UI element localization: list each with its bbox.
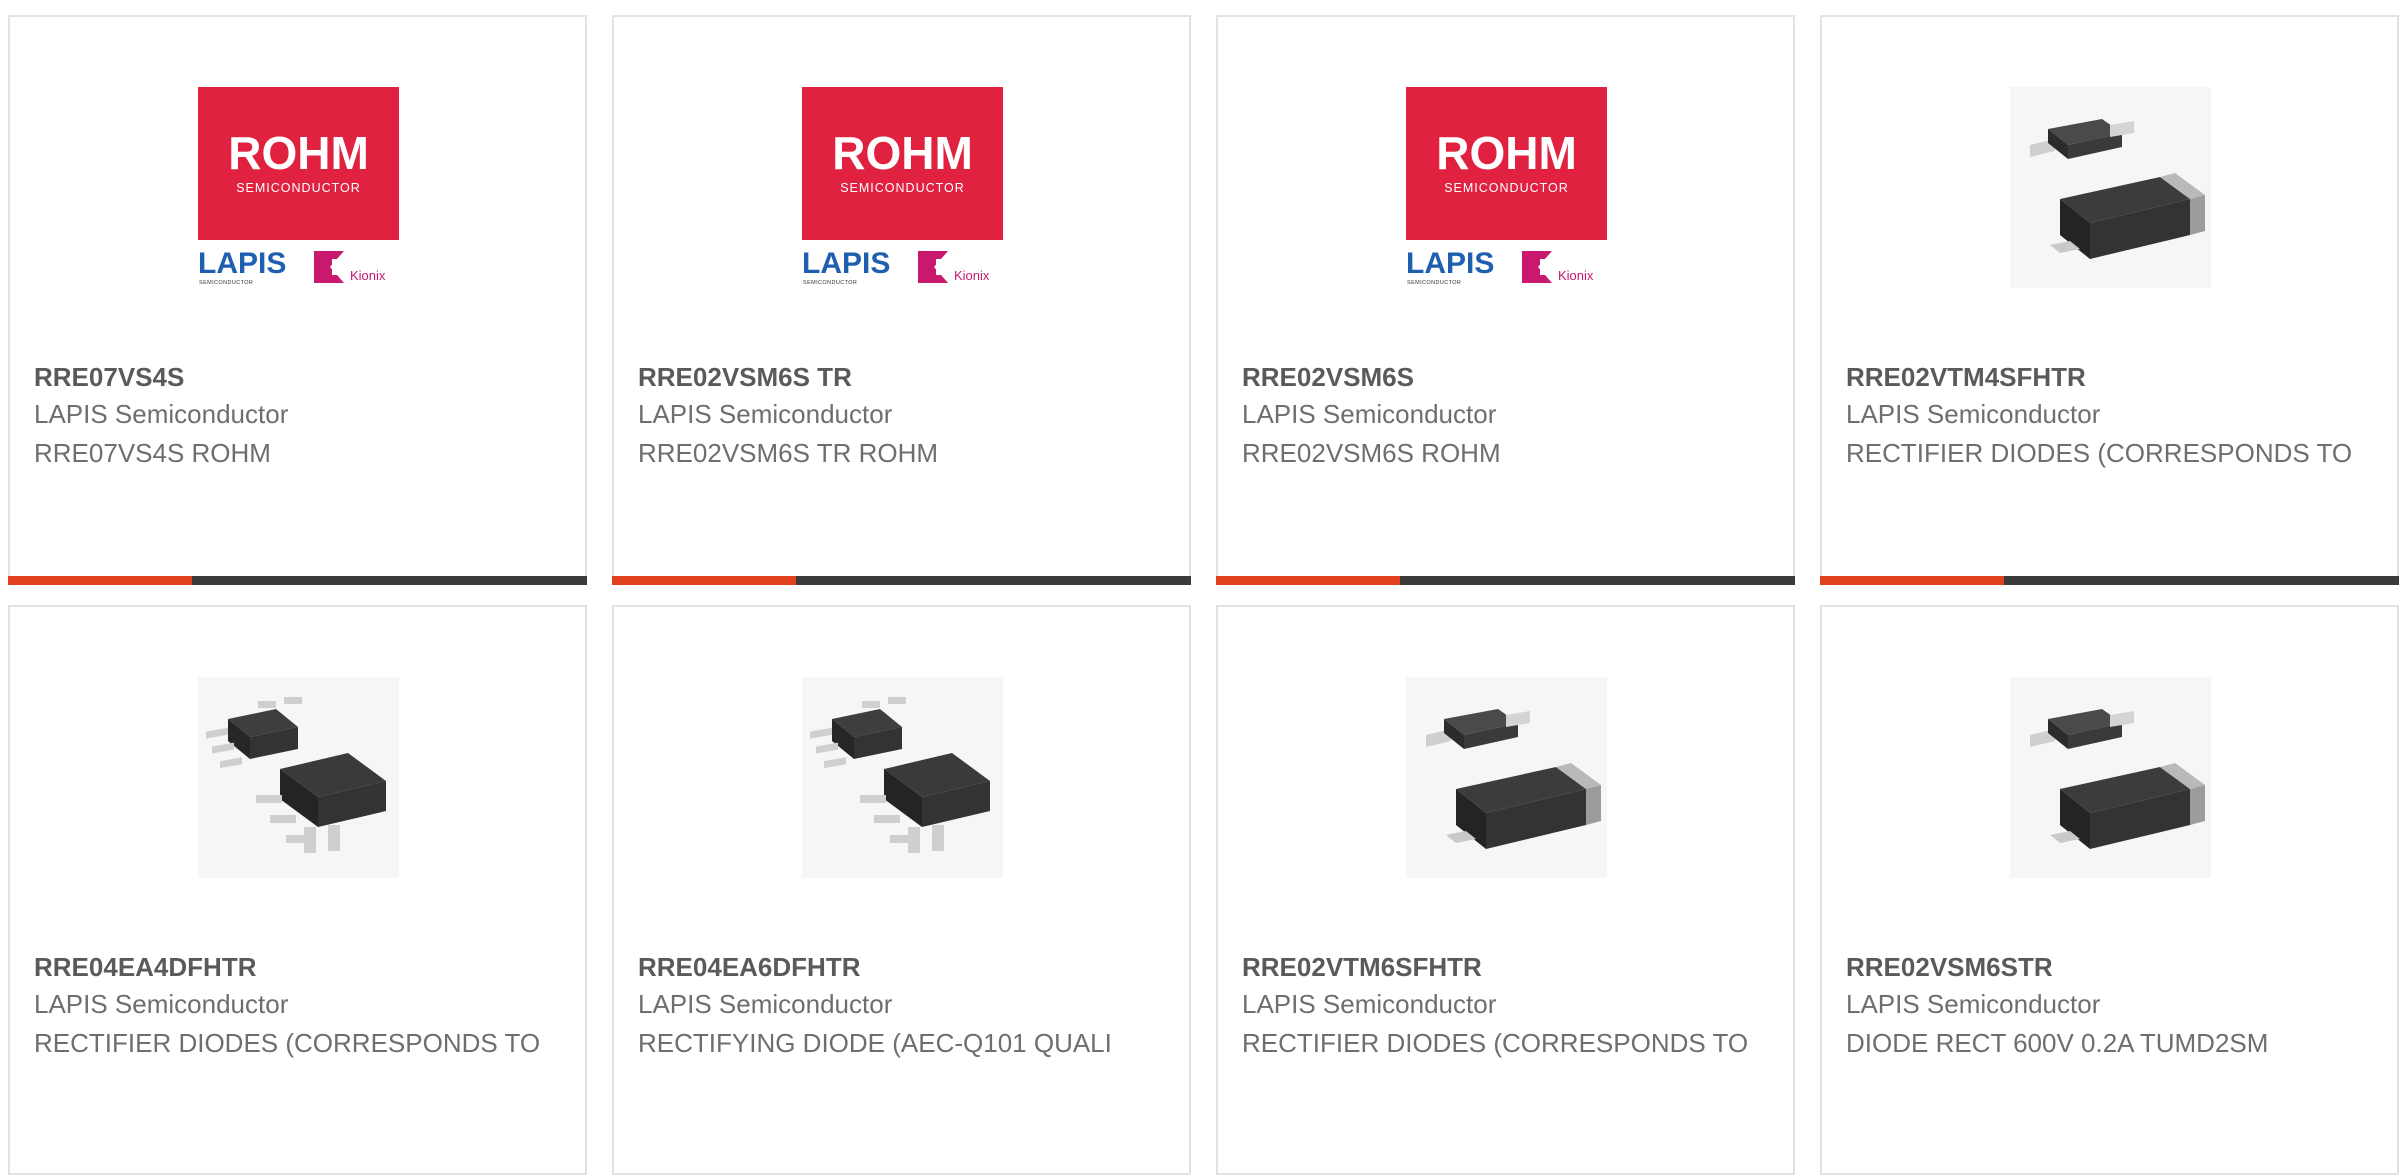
rohm-lapis-kionix-logo: ROHM SEMICONDUCTOR LAPIS SEMICONDUCTOR K… — [198, 87, 399, 288]
svg-text:Kionix: Kionix — [1558, 268, 1594, 283]
svg-text:Kionix: Kionix — [350, 268, 386, 283]
product-card[interactable]: ROHM SEMICONDUCTOR LAPIS SEMICONDUCTOR K… — [1216, 15, 1795, 585]
svg-text:Kionix: Kionix — [954, 268, 990, 283]
svg-text:SEMICONDUCTOR: SEMICONDUCTOR — [199, 280, 253, 286]
five-lead-sot-package-icon — [198, 677, 399, 878]
product-card[interactable]: RRE04EA6DFHTR LAPIS Semiconductor RECTIF… — [612, 605, 1191, 1175]
two-lead-diode-package-icon — [2010, 677, 2211, 878]
product-manufacturer: LAPIS Semiconductor — [638, 399, 893, 429]
product-manufacturer: LAPIS Semiconductor — [1242, 399, 1497, 429]
card-progress-bar — [612, 576, 1191, 585]
product-description: RECTIFIER DIODES (CORRESPONDS TO — [34, 1028, 541, 1058]
card-accent-bar — [1216, 576, 1400, 585]
svg-text:SEMICONDUCTOR: SEMICONDUCTOR — [1444, 181, 1569, 195]
card-progress-bar — [1820, 576, 2399, 585]
svg-text:ROHM: ROHM — [228, 127, 369, 179]
product-description: RECTIFIER DIODES (CORRESPONDS TO — [1846, 438, 2353, 468]
two-lead-diode-package-icon — [1406, 677, 1607, 878]
product-card[interactable]: ROHM SEMICONDUCTOR LAPIS SEMICONDUCTOR K… — [8, 15, 587, 585]
svg-text:SEMICONDUCTOR: SEMICONDUCTOR — [1407, 280, 1461, 286]
product-description: RRE02VSM6S ROHM — [1242, 438, 1501, 468]
product-grid: ROHM SEMICONDUCTOR LAPIS SEMICONDUCTOR K… — [8, 15, 2399, 1175]
product-part-number[interactable]: RRE02VSM6S — [1242, 362, 1772, 393]
svg-text:LAPIS: LAPIS — [1406, 247, 1494, 280]
product-part-number[interactable]: RRE07VS4S — [34, 362, 564, 393]
product-part-number[interactable]: RRE02VTM4SFHTR — [1846, 362, 2376, 393]
svg-text:LAPIS: LAPIS — [198, 247, 286, 280]
product-part-number[interactable]: RRE02VSM6S TR — [638, 362, 1168, 393]
product-card[interactable]: RRE02VTM4SFHTR LAPIS Semiconductor RECTI… — [1820, 15, 2399, 585]
product-part-number[interactable]: RRE04EA4DFHTR — [34, 952, 564, 983]
product-part-number[interactable]: RRE02VSM6STR — [1846, 952, 2376, 983]
two-lead-diode-package-icon — [2010, 87, 2211, 288]
svg-text:ROHM: ROHM — [1436, 127, 1577, 179]
svg-text:LAPIS: LAPIS — [802, 247, 890, 280]
product-description: RRE07VS4S ROHM — [34, 438, 271, 468]
product-card[interactable]: RRE02VSM6STR LAPIS Semiconductor DIODE R… — [1820, 605, 2399, 1175]
rohm-lapis-kionix-logo: ROHM SEMICONDUCTOR LAPIS SEMICONDUCTOR K… — [1406, 87, 1607, 288]
product-manufacturer: LAPIS Semiconductor — [638, 989, 893, 1019]
svg-text:SEMICONDUCTOR: SEMICONDUCTOR — [840, 181, 965, 195]
card-progress-bar — [1216, 576, 1795, 585]
card-accent-bar — [8, 576, 192, 585]
product-manufacturer: LAPIS Semiconductor — [34, 399, 289, 429]
card-accent-bar — [612, 576, 796, 585]
rohm-lapis-kionix-logo: ROHM SEMICONDUCTOR LAPIS SEMICONDUCTOR K… — [802, 87, 1003, 288]
svg-text:SEMICONDUCTOR: SEMICONDUCTOR — [236, 181, 361, 195]
product-part-number[interactable]: RRE02VTM6SFHTR — [1242, 952, 1772, 983]
card-accent-bar — [1820, 576, 2004, 585]
product-part-number[interactable]: RRE04EA6DFHTR — [638, 952, 1168, 983]
product-description: RECTIFYING DIODE (AEC-Q101 QUALI — [638, 1028, 1112, 1058]
product-card[interactable]: ROHM SEMICONDUCTOR LAPIS SEMICONDUCTOR K… — [612, 15, 1191, 585]
card-progress-bar — [8, 576, 587, 585]
product-card[interactable]: RRE02VTM6SFHTR LAPIS Semiconductor RECTI… — [1216, 605, 1795, 1175]
product-manufacturer: LAPIS Semiconductor — [1846, 989, 2101, 1019]
five-lead-sot-package-icon — [802, 677, 1003, 878]
svg-text:SEMICONDUCTOR: SEMICONDUCTOR — [803, 280, 857, 286]
product-card[interactable]: RRE04EA4DFHTR LAPIS Semiconductor RECTIF… — [8, 605, 587, 1175]
product-description: RECTIFIER DIODES (CORRESPONDS TO — [1242, 1028, 1749, 1058]
svg-text:ROHM: ROHM — [832, 127, 973, 179]
product-manufacturer: LAPIS Semiconductor — [1846, 399, 2101, 429]
product-description: RRE02VSM6S TR ROHM — [638, 438, 939, 468]
product-manufacturer: LAPIS Semiconductor — [1242, 989, 1497, 1019]
product-description: DIODE RECT 600V 0.2A TUMD2SM — [1846, 1028, 2269, 1058]
product-manufacturer: LAPIS Semiconductor — [34, 989, 289, 1019]
